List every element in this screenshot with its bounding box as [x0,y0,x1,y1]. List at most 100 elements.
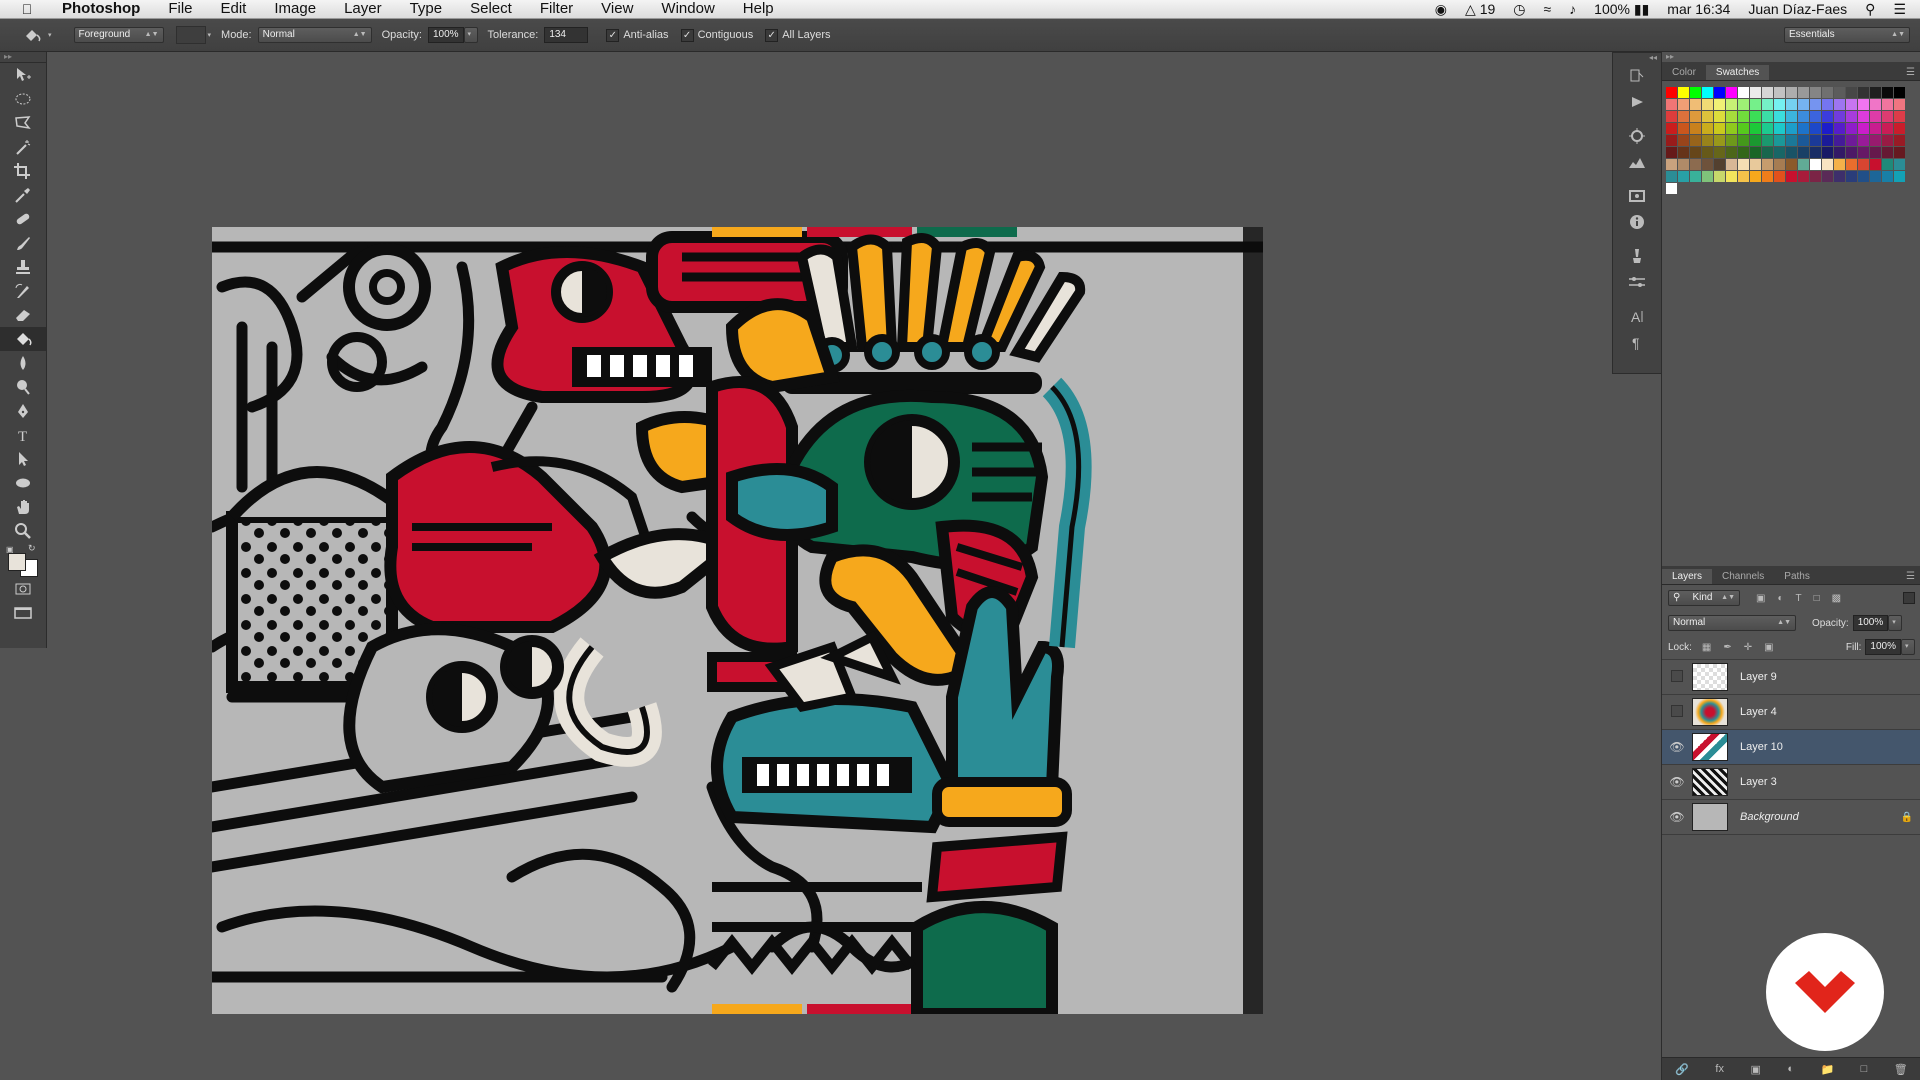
color-swatch[interactable] [1870,123,1881,134]
color-swatch[interactable] [1678,87,1689,98]
new-group-icon[interactable]: 📁 [1820,1063,1834,1076]
history-brush-tool-icon[interactable] [0,279,46,303]
eye-icon[interactable]: 👁 [1662,740,1692,754]
color-swatch[interactable] [1846,147,1857,158]
color-swatch[interactable] [1798,111,1809,122]
quick-mask-icon[interactable] [0,577,46,601]
color-swatch[interactable] [1774,99,1785,110]
layer-row-layer-10[interactable]: 👁 Layer 10 [1662,730,1920,765]
mode-select[interactable]: Normal ▲▼ [257,27,372,43]
layer-style-icon[interactable]: fx [1715,1063,1724,1075]
screen-mode-icon[interactable] [0,601,46,625]
color-swatch[interactable] [1738,135,1749,146]
visibility-toggle[interactable] [1662,704,1692,720]
clock[interactable]: mar 16:34 [1667,1,1730,17]
tolerance-input[interactable]: 134 [544,27,589,43]
color-swatch[interactable] [1810,147,1821,158]
color-swatch[interactable] [1666,159,1677,170]
color-swatch[interactable] [1810,123,1821,134]
color-swatch[interactable] [1786,135,1797,146]
visibility-toggle[interactable] [1662,669,1692,685]
shape-tool-icon[interactable] [0,471,46,495]
tab-paths[interactable]: Paths [1774,569,1820,584]
volume-icon[interactable]: ♪ [1569,1,1576,17]
color-swatch[interactable] [1702,171,1713,182]
healing-brush-tool-icon[interactable] [0,207,46,231]
properties-panel-icon[interactable] [1613,183,1661,209]
color-swatch[interactable] [1690,171,1701,182]
color-swatch[interactable] [1870,99,1881,110]
histogram-panel-icon[interactable] [1613,149,1661,175]
color-swatch[interactable] [1786,111,1797,122]
color-swatch[interactable] [1726,171,1737,182]
color-swatch[interactable] [1810,171,1821,182]
color-swatch[interactable] [1762,159,1773,170]
info-panel-icon[interactable] [1613,209,1661,235]
color-swatch[interactable] [1750,111,1761,122]
panel-menu-icon[interactable]: ☰ [1900,65,1920,80]
menu-layer[interactable]: Layer [330,0,396,18]
tool-preset-icon[interactable]: ▾ [22,26,52,44]
color-swatch[interactable] [1822,171,1833,182]
color-swatch[interactable] [1810,87,1821,98]
marquee-tool-icon[interactable] [0,87,46,111]
color-swatch[interactable] [1882,87,1893,98]
brush-presets-panel-icon[interactable] [1613,243,1661,269]
color-swatch[interactable] [1774,87,1785,98]
fill-source-select[interactable]: Foreground ▲▼ [73,27,164,43]
menu-image[interactable]: Image [260,0,330,18]
lock-transparent-icon[interactable]: ▦ [1702,642,1711,653]
eye-icon[interactable]: 👁 [1662,775,1692,789]
hand-tool-icon[interactable] [0,495,46,519]
color-swatch[interactable] [1750,99,1761,110]
color-swatch[interactable] [1870,147,1881,158]
layer-opacity-slider-button[interactable]: ▾ [1888,615,1903,631]
color-swatch[interactable] [1858,135,1869,146]
color-swatch[interactable] [1882,171,1893,182]
color-swatch[interactable] [1834,171,1845,182]
color-swatch[interactable] [1738,123,1749,134]
menu-view[interactable]: View [587,0,647,18]
color-swatch[interactable] [1798,159,1809,170]
color-swatch[interactable] [1678,135,1689,146]
color-swatch[interactable] [1702,123,1713,134]
expand-panels-icon[interactable]: ▸▸ [1662,52,1920,62]
filter-pixel-icon[interactable]: ▣ [1756,593,1765,604]
color-swatch[interactable] [1870,135,1881,146]
fill-slider-button[interactable]: ▾ [1901,639,1915,655]
color-swatch[interactable] [1798,99,1809,110]
color-swatch[interactable] [1882,123,1893,134]
eye-icon[interactable]: 👁 [1662,810,1692,824]
paragraph-panel-icon[interactable]: ¶ [1613,329,1661,355]
color-swatch[interactable] [1846,99,1857,110]
color-swatch[interactable] [1726,147,1737,158]
color-swatch[interactable] [1750,123,1761,134]
color-swatch[interactable] [1834,87,1845,98]
wifi-icon[interactable]: ≈ [1543,1,1551,17]
color-swatch[interactable] [1846,159,1857,170]
color-swatch[interactable] [1858,123,1869,134]
color-swatch[interactable] [1810,135,1821,146]
color-swatch[interactable] [1846,135,1857,146]
color-swatch[interactable] [1798,135,1809,146]
color-swatch[interactable] [1738,147,1749,158]
color-swatch[interactable] [1714,171,1725,182]
color-swatch[interactable] [1690,111,1701,122]
record-icon[interactable]: ◉ [1435,1,1447,18]
pattern-picker[interactable] [175,26,206,44]
crop-tool-icon[interactable] [0,159,46,183]
color-swatch[interactable] [1750,171,1761,182]
color-swatch[interactable] [1714,123,1725,134]
add-mask-icon[interactable]: ▣ [1750,1063,1760,1076]
time-machine-icon[interactable]: ◷ [1513,1,1525,18]
panel-menu-icon[interactable]: ☰ [1900,569,1920,584]
collapse-dock-icon[interactable]: ◂◂ [1613,53,1661,63]
filter-smart-object-icon[interactable]: ▩ [1832,593,1841,604]
color-swatch[interactable] [1702,135,1713,146]
color-swatch[interactable] [1834,123,1845,134]
color-swatch[interactable] [1798,171,1809,182]
lock-position-icon[interactable]: ✛ [1744,642,1752,653]
layer-opacity-input[interactable]: 100% [1852,615,1889,631]
actions-panel-icon[interactable] [1613,89,1661,115]
color-swatch[interactable] [1678,99,1689,110]
